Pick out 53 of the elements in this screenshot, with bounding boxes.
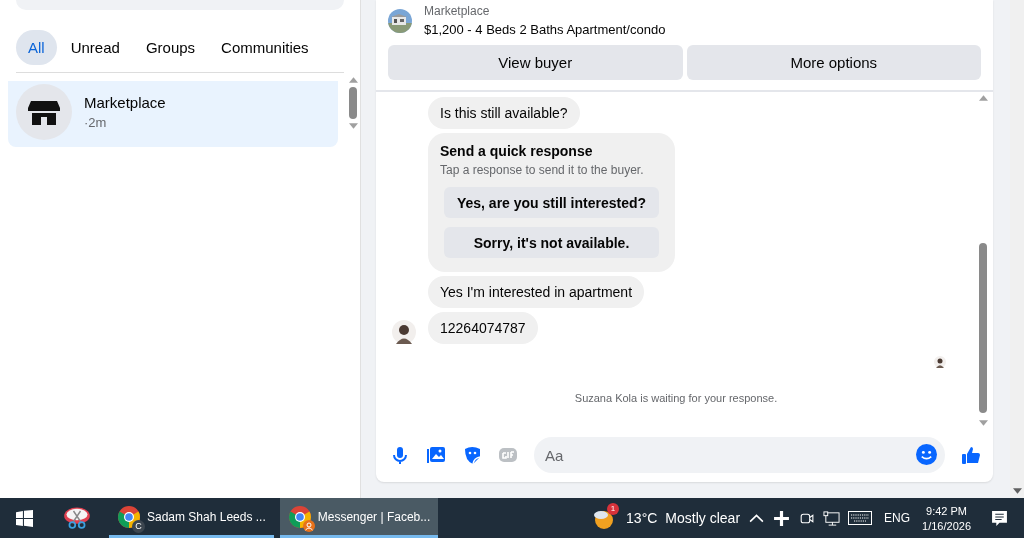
action-button[interactable]: View buyer [388,45,683,80]
waiting-status: Suzana Kola is waiting for your response. [573,392,779,404]
temperature: 13°C [626,510,658,526]
message-bubble: 12264074787 [428,312,538,344]
conversation-time: ·2m [84,115,108,130]
windows-start-icon[interactable] [16,509,33,527]
browser-icon [117,504,141,529]
taskbar-app[interactable]: C Sadam Shah Leeds ... [109,498,274,538]
input-language[interactable]: ENG [884,511,911,525]
profile-icon [302,519,315,532]
message-input[interactable]: Aa [534,437,945,473]
scroll-down-icon[interactable] [978,420,988,426]
listing-source: Marketplace [424,4,491,18]
weather-text: Mostly clear [665,510,741,526]
scroll-up-icon[interactable] [348,77,358,83]
quick-reply-button[interactable]: Yes, are you still interested? [444,187,659,218]
filter-tab[interactable]: Groups [133,30,208,65]
scroll-up-icon[interactable] [978,95,988,101]
thumbs-up-icon[interactable] [961,445,981,465]
notification-badge: 1 [607,503,620,515]
browser-icon [287,504,312,529]
app-label: Sadam Shah Leeds ... [147,509,266,524]
scrollbar-thumb[interactable] [349,87,357,119]
filter-tab[interactable]: All [16,30,57,65]
quick-response-hint: Tap a response to send it to the buyer. [440,163,645,177]
avatar-icon [392,320,416,344]
plus-icon[interactable] [773,509,791,527]
app-label: Messenger | Faceb... [317,509,431,524]
scroll-down-icon[interactable] [1012,488,1022,494]
quick-reply-button[interactable]: Sorry, it's not available. [444,227,659,258]
sticker-icon[interactable] [462,445,482,465]
quick-response-title: Send a quick response [440,143,594,159]
keyboard-icon[interactable] [848,511,873,525]
clock-time: 9:42 PM [926,504,967,517]
notifications-icon[interactable] [991,509,1008,527]
microphone-icon[interactable] [390,445,410,465]
conversation-item[interactable]: Marketplace ·2m [8,81,338,147]
store-icon [16,84,72,140]
scroll-down-icon[interactable] [348,123,358,129]
action-button[interactable]: More options [686,45,981,80]
read-receipt-icon [934,356,946,368]
filter-tab[interactable]: Unread [58,30,132,65]
filter-tab[interactable]: Communities [209,30,321,65]
listing-title: $1,200 - 4 Beds 2 Baths Apartment/condo [424,22,666,37]
conversation-name: Marketplace [84,94,166,111]
scrollbar-thumb[interactable] [979,243,987,413]
photo-icon[interactable] [426,445,446,465]
emoji-icon[interactable] [916,444,937,465]
message-bubble: Yes I'm interested in apartment [428,276,645,308]
network-icon[interactable] [823,509,841,527]
clock-date: 1/16/2026 [922,519,971,532]
taskbar-app[interactable]: Messenger | Faceb... [279,498,439,538]
message-bubble: Is this still available? [428,97,580,129]
